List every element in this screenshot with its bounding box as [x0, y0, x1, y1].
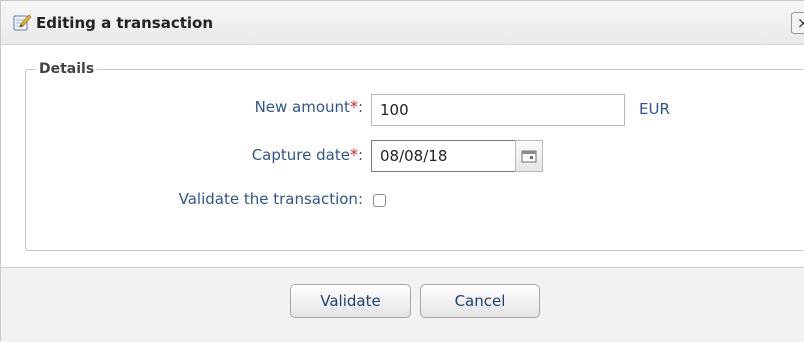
calendar-button[interactable]: [515, 140, 543, 172]
cancel-button[interactable]: Cancel: [420, 284, 540, 318]
required-mark: *: [349, 145, 358, 164]
validate-button[interactable]: Validate: [290, 284, 411, 318]
close-icon: ×: [797, 14, 804, 32]
close-button[interactable]: ×: [791, 12, 804, 34]
dialog-title: Editing a transaction: [36, 14, 214, 32]
new-amount-label: New amount*:: [254, 97, 363, 116]
capture-date-label: Capture date*:: [251, 145, 363, 164]
dialog-titlebar: Editing a transaction ×: [1, 1, 804, 45]
edit-icon: [13, 13, 32, 31]
dialog-footer: Validate Cancel: [1, 267, 804, 342]
capture-date-input[interactable]: [371, 140, 516, 172]
calendar-icon: [516, 150, 542, 175]
edit-transaction-dialog: Editing a transaction × Details New amou…: [0, 0, 804, 342]
new-amount-input[interactable]: [371, 94, 625, 126]
dialog-body: Details New amount*: EUR Capture date*: …: [1, 45, 804, 267]
required-mark: *: [349, 97, 358, 116]
details-legend: Details: [39, 61, 95, 77]
validate-transaction-checkbox[interactable]: [373, 194, 386, 207]
validate-transaction-label: Validate the transaction:: [178, 190, 363, 208]
currency-label: EUR: [639, 100, 670, 118]
